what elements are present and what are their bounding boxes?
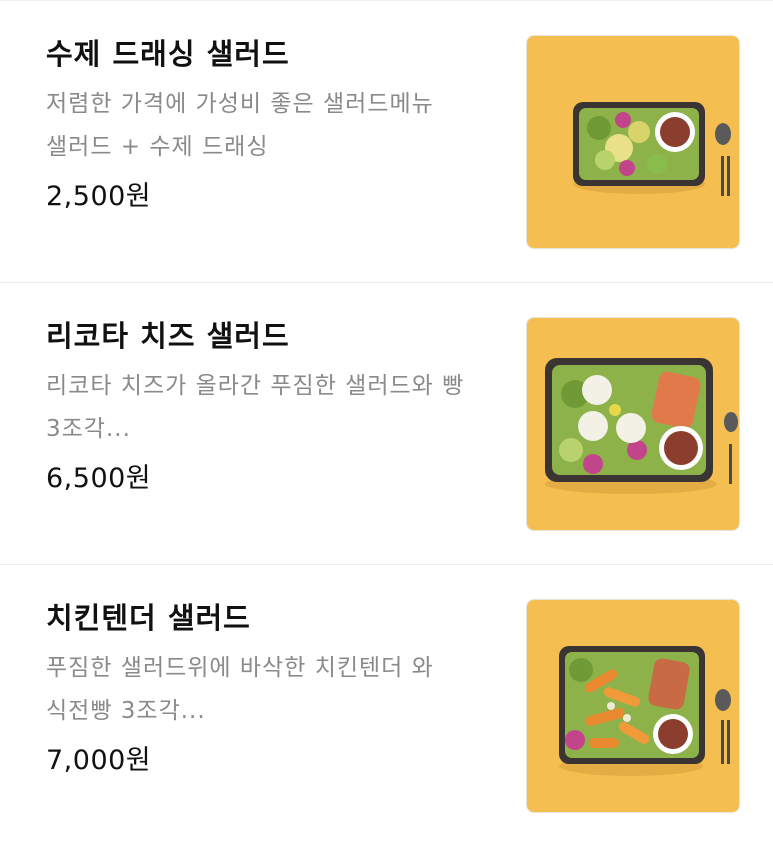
menu-item-name: 리코타 치즈 샐러드 xyxy=(46,319,290,353)
menu-item-description: 리코타 치즈가 올라간 푸짐한 샐러드와 빵 3조각... xyxy=(46,365,516,451)
menu-item-photo[interactable] xyxy=(526,599,740,813)
menu-item-price: 6,500원 xyxy=(46,463,152,494)
menu-item-description-line: 식전빵 3조각... xyxy=(46,698,206,724)
menu-item-ricotta-cheese-salad[interactable]: 리코타 치즈 샐러드 리코타 치즈가 올라간 푸짐한 샐러드와 빵 3조각...… xyxy=(0,283,773,565)
menu-item-photo[interactable] xyxy=(526,317,740,531)
menu-item-text: 수제 드래싱 샐러드 저렴한 가격에 가성비 좋은 샐러드메뉴 샐러드 + 수제… xyxy=(46,35,516,215)
menu-item-text: 리코타 치즈 샐러드 리코타 치즈가 올라간 푸짐한 샐러드와 빵 3조각...… xyxy=(46,317,516,497)
menu-item-name: 수제 드래싱 샐러드 xyxy=(46,37,290,71)
menu-item-handmade-dressing-salad[interactable]: 수제 드래싱 샐러드 저렴한 가격에 가성비 좋은 샐러드메뉴 샐러드 + 수제… xyxy=(0,1,773,283)
menu-item-photo[interactable] xyxy=(526,35,740,249)
menu-item-name: 치킨텐더 샐러드 xyxy=(46,601,251,635)
menu-item-price: 7,000원 xyxy=(46,745,152,776)
menu-item-description-line: 샐러드 + 수제 드래싱 xyxy=(46,134,269,160)
salad-bowl-icon xyxy=(573,102,731,196)
menu-item-description-line: 푸짐한 샐러드위에 바삭한 치킨텐더 와 xyxy=(46,655,434,681)
salad-bowl-icon xyxy=(559,646,731,776)
salad-bowl-icon xyxy=(545,358,738,494)
menu-item-description-line: 3조각... xyxy=(46,416,131,442)
menu-item-description: 푸짐한 샐러드위에 바삭한 치킨텐더 와 식전빵 3조각... xyxy=(46,647,516,733)
menu-item-description-line: 리코타 치즈가 올라간 푸짐한 샐러드와 빵 xyxy=(46,373,465,399)
menu-item-text: 치킨텐더 샐러드 푸짐한 샐러드위에 바삭한 치킨텐더 와 식전빵 3조각...… xyxy=(46,599,516,779)
menu-item-price: 2,500원 xyxy=(46,181,152,212)
menu-item-chicken-tender-salad[interactable]: 치킨텐더 샐러드 푸짐한 샐러드위에 바삭한 치킨텐더 와 식전빵 3조각...… xyxy=(0,565,773,847)
menu-item-description: 저렴한 가격에 가성비 좋은 샐러드메뉴 샐러드 + 수제 드래싱 xyxy=(46,83,516,169)
menu-item-description-line: 저렴한 가격에 가성비 좋은 샐러드메뉴 xyxy=(46,91,434,117)
